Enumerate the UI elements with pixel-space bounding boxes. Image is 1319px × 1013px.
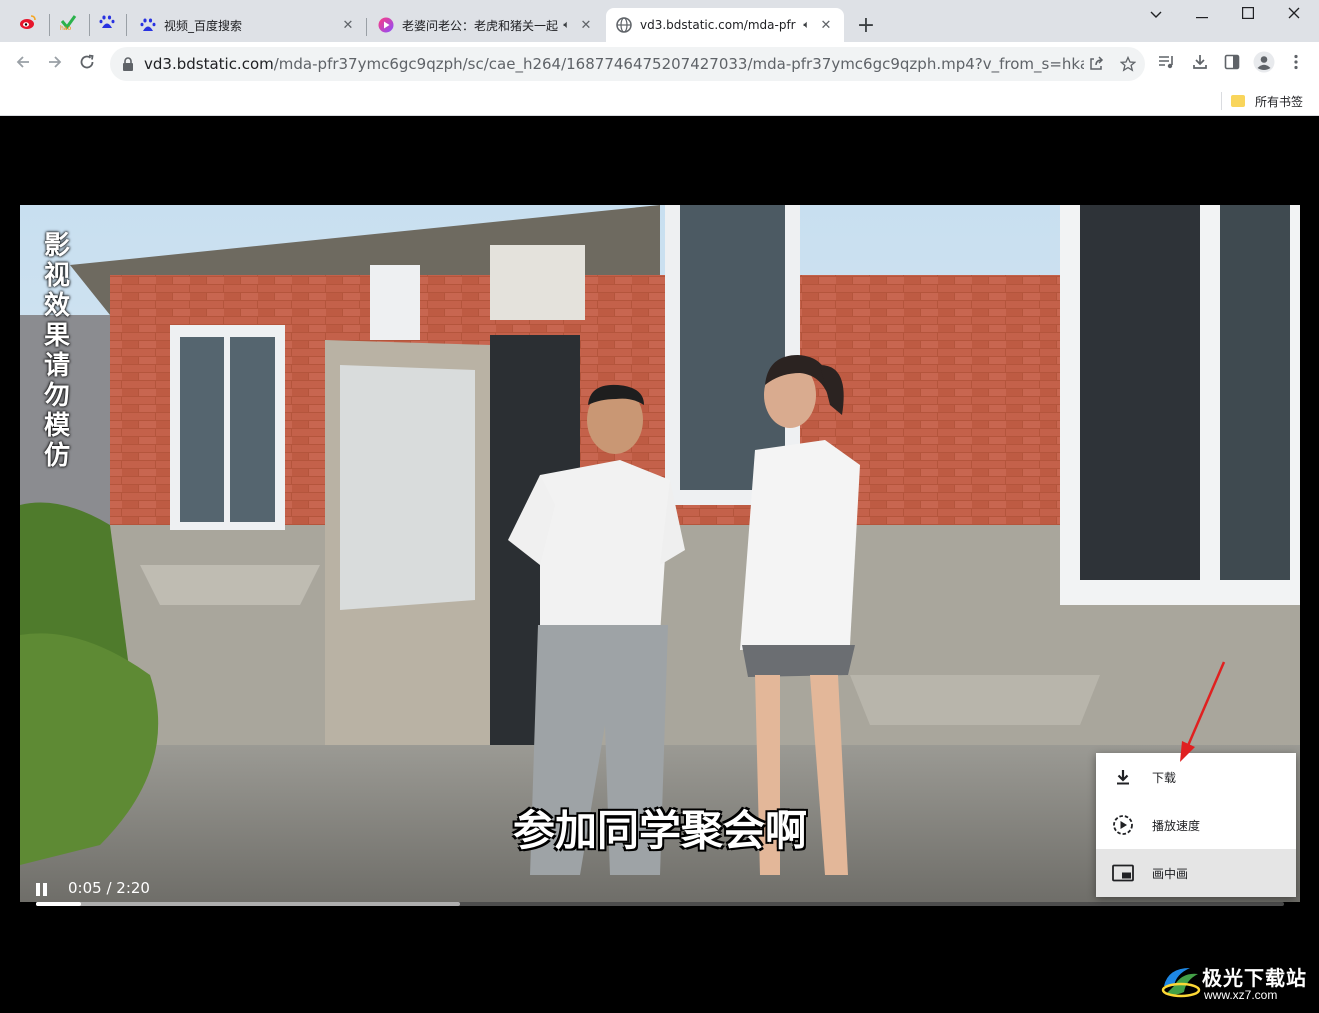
tab-title: 视频_百度搜索 bbox=[164, 18, 243, 33]
played-bar bbox=[36, 902, 81, 906]
picture-in-picture-icon bbox=[1112, 862, 1134, 884]
vertical-watermark-text: 影视效果 请勿模仿 bbox=[43, 231, 70, 471]
menu-item-playback-speed[interactable]: 播放速度 bbox=[1096, 801, 1296, 849]
menu-item-label: 画中画 bbox=[1152, 866, 1189, 881]
star-icon[interactable] bbox=[1119, 55, 1137, 73]
speaker-icon[interactable]: 🔈︎ bbox=[803, 18, 810, 32]
hao123-icon: hao bbox=[58, 13, 78, 35]
download-icon bbox=[1192, 54, 1208, 74]
tab-haokan-video[interactable]: 老婆问老公：老虎和猪关一起 🔈︎ ✕ bbox=[368, 8, 604, 42]
tab-title: vd3.bdstatic.com/mda-pfr bbox=[640, 18, 796, 32]
close-icon bbox=[1288, 7, 1300, 23]
menu-item-download[interactable]: 下载 bbox=[1096, 753, 1296, 801]
forward-button[interactable] bbox=[41, 50, 69, 78]
tab-strip: hao 视频_百度搜索 ✕ 老婆问老公：老虎和猪关一起 🔈︎ ✕ vd3.bds… bbox=[0, 0, 1319, 42]
profile-button[interactable] bbox=[1252, 51, 1276, 77]
baidu-icon bbox=[99, 14, 115, 34]
progress-bar[interactable] bbox=[36, 902, 1284, 906]
tab-video-active[interactable]: vd3.bdstatic.com/mda-pfr 🔈︎ ✕ bbox=[606, 8, 844, 42]
reload-icon bbox=[79, 54, 95, 75]
side-panel-icon bbox=[1224, 54, 1240, 74]
tab-baidu-search[interactable]: 视频_百度搜索 ✕ bbox=[130, 8, 366, 42]
pinned-separator bbox=[49, 14, 50, 36]
minimize-button[interactable] bbox=[1179, 2, 1225, 28]
site-watermark: 极光下载站 www.xz7.com bbox=[1160, 960, 1310, 1005]
back-button[interactable] bbox=[9, 50, 37, 78]
reload-button[interactable] bbox=[73, 50, 101, 78]
side-panel-button[interactable] bbox=[1220, 52, 1244, 76]
chevron-down-icon bbox=[1150, 7, 1162, 23]
maximize-button[interactable] bbox=[1225, 2, 1271, 28]
close-icon[interactable]: ✕ bbox=[818, 17, 834, 33]
maximize-icon bbox=[1242, 7, 1255, 23]
time-display: 0:05 / 2:20 bbox=[68, 879, 150, 897]
pinned-tab-weibo[interactable] bbox=[13, 9, 43, 39]
menu-item-label: 下载 bbox=[1152, 770, 1177, 785]
pause-icon bbox=[43, 883, 47, 896]
close-icon[interactable]: ✕ bbox=[340, 17, 356, 33]
menu-item-picture-in-picture[interactable]: 画中画 bbox=[1096, 849, 1296, 897]
share-icon[interactable] bbox=[1087, 55, 1105, 73]
video-options-menu: 下载 播放速度 画中画 bbox=[1096, 753, 1296, 897]
site-url: www.xz7.com bbox=[1204, 988, 1278, 1002]
downloads-button[interactable] bbox=[1188, 52, 1212, 76]
bookmarks-separator bbox=[1221, 92, 1222, 110]
minimize-icon bbox=[1196, 7, 1208, 23]
svg-text:hao: hao bbox=[60, 25, 71, 31]
close-icon[interactable]: ✕ bbox=[578, 17, 594, 33]
address-bar[interactable]: vd3.bdstatic.com/mda-pfr37ymc6gc9qzph/sc… bbox=[110, 47, 1145, 81]
menu-item-label: 播放速度 bbox=[1152, 818, 1201, 833]
tab-title: 老婆问老公：老虎和猪关一起 bbox=[402, 18, 559, 33]
browser-menu-button[interactable] bbox=[1284, 52, 1308, 76]
more-vertical-icon bbox=[1294, 54, 1298, 74]
site-name: 极光下载站 bbox=[1202, 966, 1307, 990]
pinned-separator bbox=[126, 14, 127, 36]
pinned-tab-hao123[interactable]: hao bbox=[53, 9, 83, 39]
baidu-icon bbox=[140, 17, 156, 33]
pause-icon bbox=[36, 883, 40, 896]
site-logo-icon bbox=[1161, 968, 1201, 998]
tab-separator bbox=[366, 18, 367, 36]
speaker-icon[interactable]: 🔈︎ bbox=[563, 18, 570, 32]
media-control-button[interactable] bbox=[1155, 52, 1179, 76]
tab-search-button[interactable] bbox=[1133, 2, 1179, 28]
playback-speed-icon bbox=[1112, 814, 1134, 836]
avatar-icon bbox=[1253, 51, 1275, 77]
all-bookmarks-label: 所有书签 bbox=[1255, 94, 1304, 109]
weibo-icon bbox=[19, 14, 37, 34]
all-bookmarks-button[interactable]: 所有书签 bbox=[1231, 91, 1303, 111]
arrow-right-icon bbox=[47, 54, 63, 75]
bookmarks-bar: 所有书签 bbox=[0, 86, 1319, 116]
folder-icon bbox=[1231, 95, 1245, 107]
pause-button[interactable] bbox=[36, 883, 52, 899]
new-tab-button[interactable]: + bbox=[854, 13, 878, 38]
buffered-bar bbox=[36, 902, 461, 906]
browser-toolbar: vd3.bdstatic.com/mda-pfr37ymc6gc9qzph/sc… bbox=[0, 42, 1319, 86]
arrow-left-icon bbox=[15, 54, 31, 75]
lock-icon[interactable] bbox=[122, 56, 136, 72]
globe-icon bbox=[616, 17, 632, 33]
url-path: /mda-pfr37ymc6gc9qzph/sc/cae_h264/168774… bbox=[273, 55, 1084, 73]
pinned-tab-baidu[interactable] bbox=[92, 9, 122, 39]
url-host: vd3.bdstatic.com bbox=[144, 55, 274, 73]
download-icon bbox=[1112, 766, 1134, 788]
close-window-button[interactable] bbox=[1271, 2, 1317, 28]
media-queue-icon bbox=[1158, 54, 1176, 74]
pinned-separator bbox=[89, 14, 90, 36]
haokan-icon bbox=[378, 17, 394, 33]
